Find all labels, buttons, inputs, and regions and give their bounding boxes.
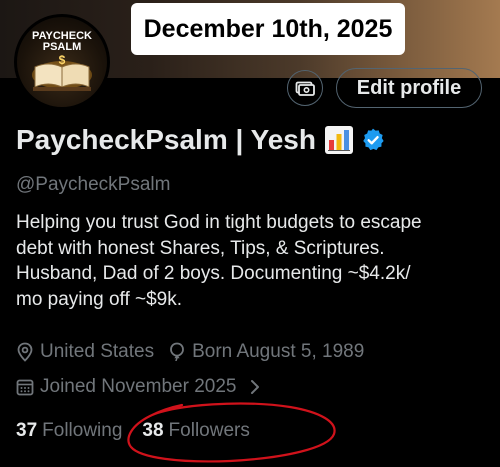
display-name: PaycheckPsalm | Yesh (16, 124, 316, 155)
profile-handle: @PaycheckPsalm (16, 174, 171, 195)
bio-line: mo paying off ~$9k. (16, 288, 183, 310)
joined-text: Joined November 2025 (40, 376, 237, 397)
followers-count: 38 (142, 420, 164, 441)
bio-line: Husband, Dad of 2 boys. Documenting ~$4.… (16, 263, 411, 284)
date-overlay: December 10th, 2025 (131, 3, 405, 55)
joined-row[interactable]: Joined November 2025 (16, 376, 264, 398)
bio-line: debt with honest Shares, Tips, & Scriptu… (16, 237, 385, 259)
money-icon (295, 81, 315, 96)
followers-label: Followers (168, 420, 250, 441)
following-link[interactable]: 37 Following (16, 420, 122, 442)
birthday-item: Born August 5, 1989 (168, 341, 364, 363)
following-count: 37 (16, 420, 38, 441)
svg-text:$: $ (59, 53, 66, 67)
chevron-right-icon[interactable] (246, 377, 264, 397)
birthday-text: Born August 5, 1989 (192, 341, 365, 362)
location-pin-icon (17, 342, 33, 362)
following-label: Following (42, 420, 123, 441)
follow-stats: 37 Following 38 Followers (16, 420, 250, 442)
location-item: United States (16, 341, 154, 363)
avatar-logo-text-2: PSALM (42, 41, 82, 53)
profile-meta-row: United States Born August 5, 1989 (16, 341, 364, 363)
open-book-icon: $ (32, 53, 92, 91)
verified-badge-icon[interactable] (360, 127, 386, 153)
joined-item[interactable]: Joined November 2025 (16, 376, 236, 398)
name-row: PaycheckPsalm | Yesh (16, 124, 386, 156)
location-text: United States (40, 341, 155, 362)
profile-page: December 10th, 2025 PAYCHECK PSALM $ Edi… (0, 0, 500, 467)
bio-line: Helping you trust God in tight budgets t… (16, 212, 422, 233)
rewards-button[interactable] (287, 70, 323, 106)
followers-link[interactable]: 38 Followers (142, 420, 249, 442)
balloon-icon (170, 342, 184, 362)
profile-bio: Helping you trust God in tight budgets t… (16, 210, 496, 312)
avatar[interactable]: PAYCHECK PSALM $ (14, 14, 110, 110)
calendar-icon (16, 379, 34, 396)
edit-profile-button[interactable]: Edit profile (336, 68, 482, 108)
bar-chart-icon (324, 126, 353, 154)
